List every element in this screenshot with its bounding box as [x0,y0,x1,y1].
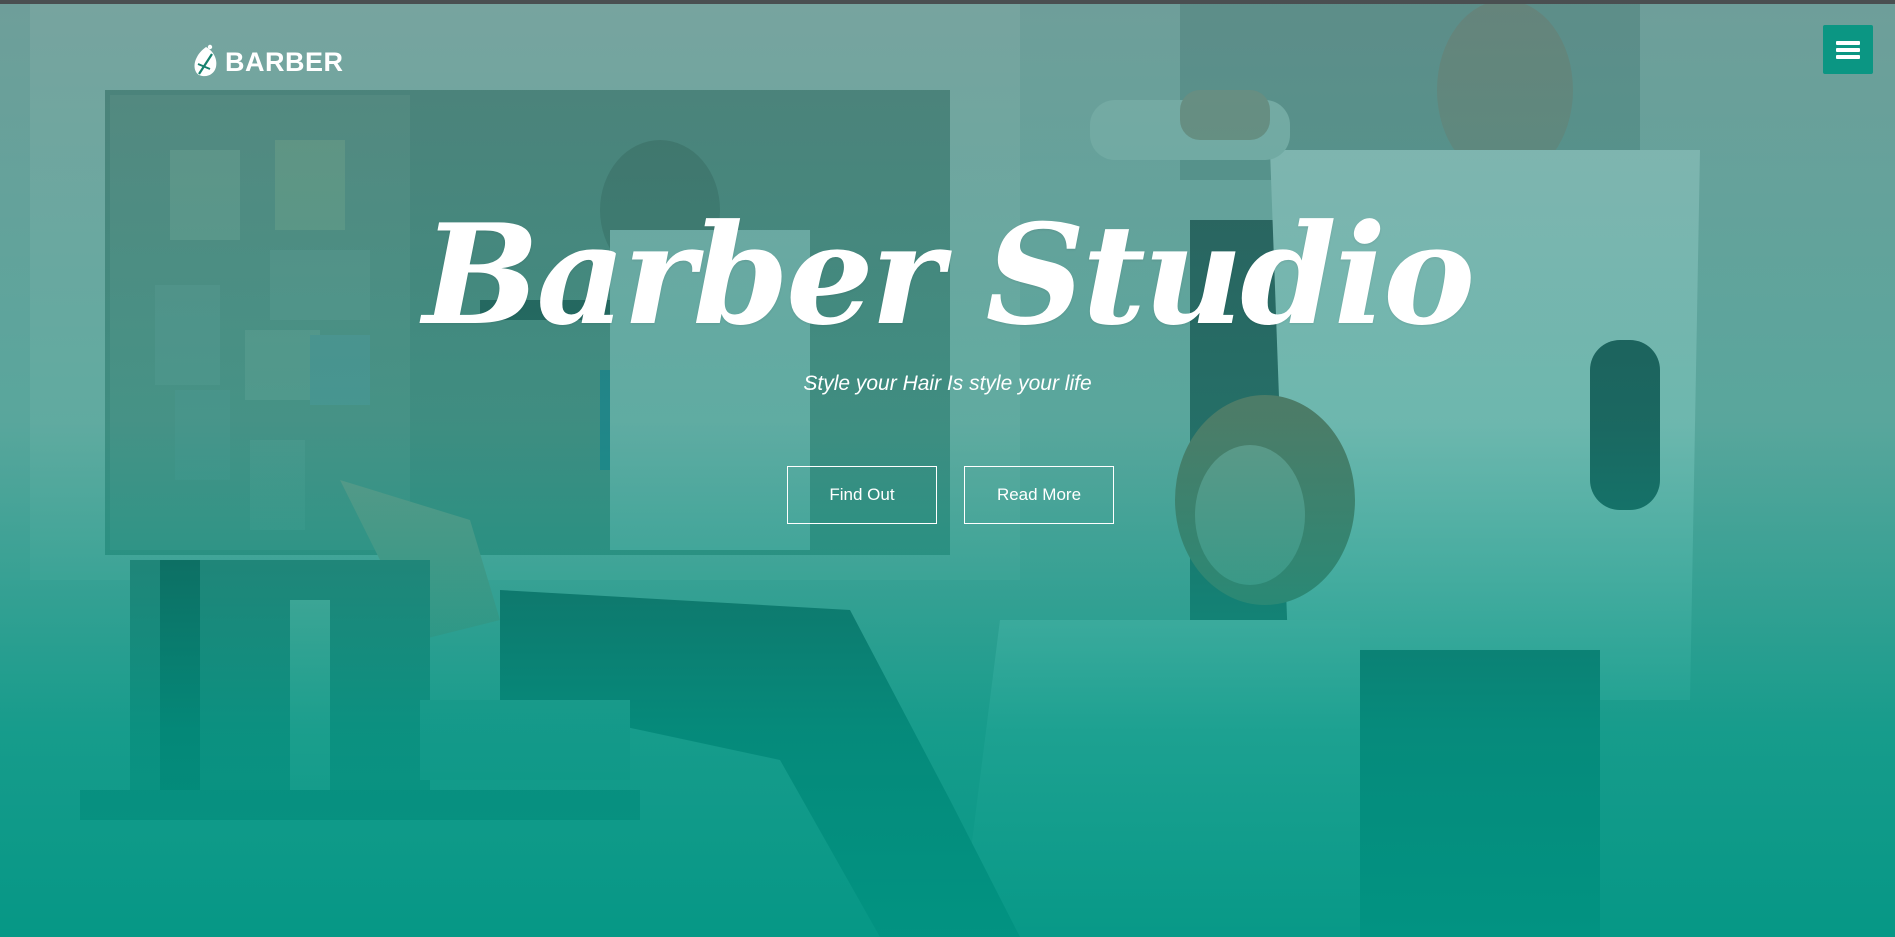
teal-gradient-overlay [0,0,1895,937]
hamburger-menu-icon [1836,40,1860,59]
top-border [0,0,1895,4]
hero-subtitle: Style your Hair Is style your life [803,372,1092,395]
site-logo[interactable]: BARBER [190,42,344,82]
hamburger-menu-button[interactable] [1823,25,1873,74]
logo-text: BARBER [225,46,344,77]
find-out-button[interactable]: Find Out [787,466,937,524]
read-more-button[interactable]: Read More [964,466,1114,524]
hero-title: Barber Studio [422,193,1476,356]
barber-leaf-logo-icon [194,44,217,77]
hero-section: BARBER Barber Studio Style your Hair Is … [0,0,1895,937]
